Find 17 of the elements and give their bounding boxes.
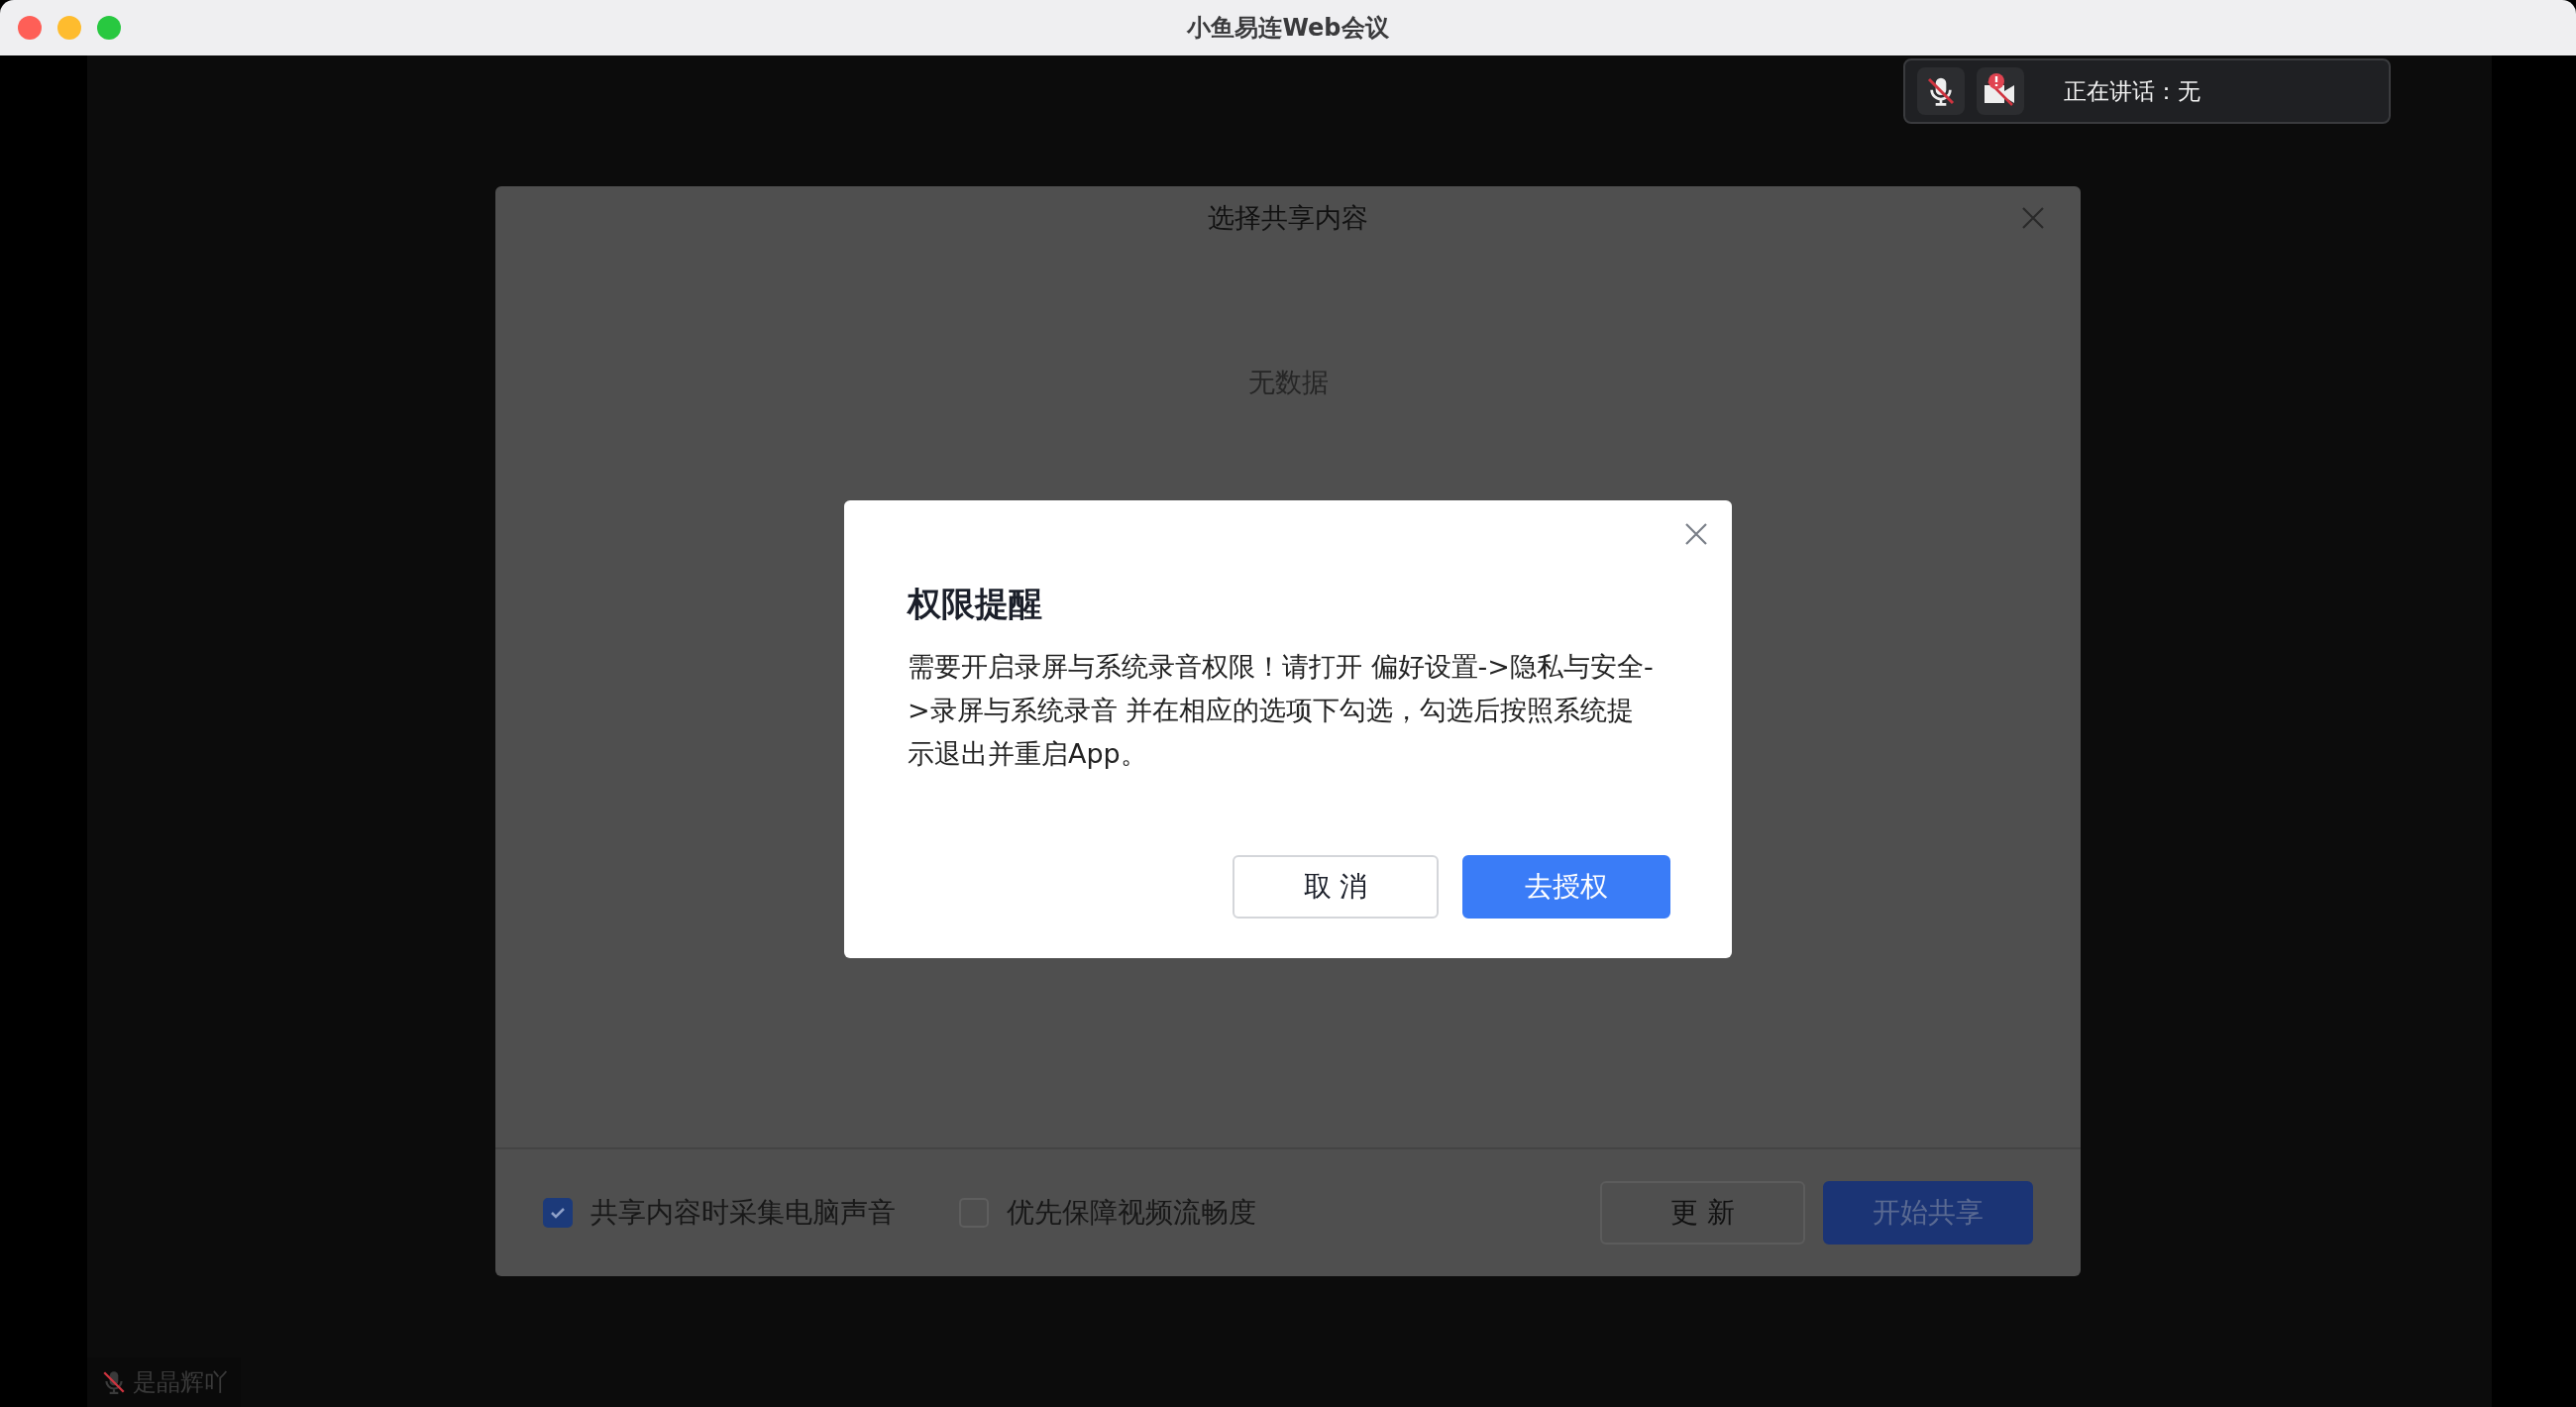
mic-toggle-button[interactable] <box>1917 67 1965 115</box>
minimize-window-button[interactable] <box>57 16 81 40</box>
close-icon <box>1684 522 1708 546</box>
cancel-button[interactable]: 取 消 <box>1233 855 1439 919</box>
start-share-button[interactable]: 开始共享 <box>1823 1181 2033 1245</box>
close-icon <box>2021 206 2045 230</box>
dialog-title: 选择共享内容 <box>1208 201 1368 235</box>
window-title: 小鱼易连Web会议 <box>1187 13 1389 44</box>
refresh-button[interactable]: 更 新 <box>1600 1181 1805 1245</box>
close-window-button[interactable] <box>18 16 42 40</box>
alert-title: 权限提醒 <box>908 583 1043 625</box>
option-label: 优先保障视频流畅度 <box>1007 1195 1256 1231</box>
authorize-button[interactable]: 去授权 <box>1462 855 1670 919</box>
alert-message: 需要开启录屏与系统录音权限！请打开 偏好设置->隐私与安全->录屏与系统录音 并在相应的选项下勾选，勾选后按照系统提示退出并重启App。 <box>908 650 1655 771</box>
maximize-window-button[interactable] <box>97 16 121 40</box>
checkbox[interactable] <box>543 1198 573 1228</box>
speaking-status: 正在讲话：无 <box>2064 76 2200 106</box>
